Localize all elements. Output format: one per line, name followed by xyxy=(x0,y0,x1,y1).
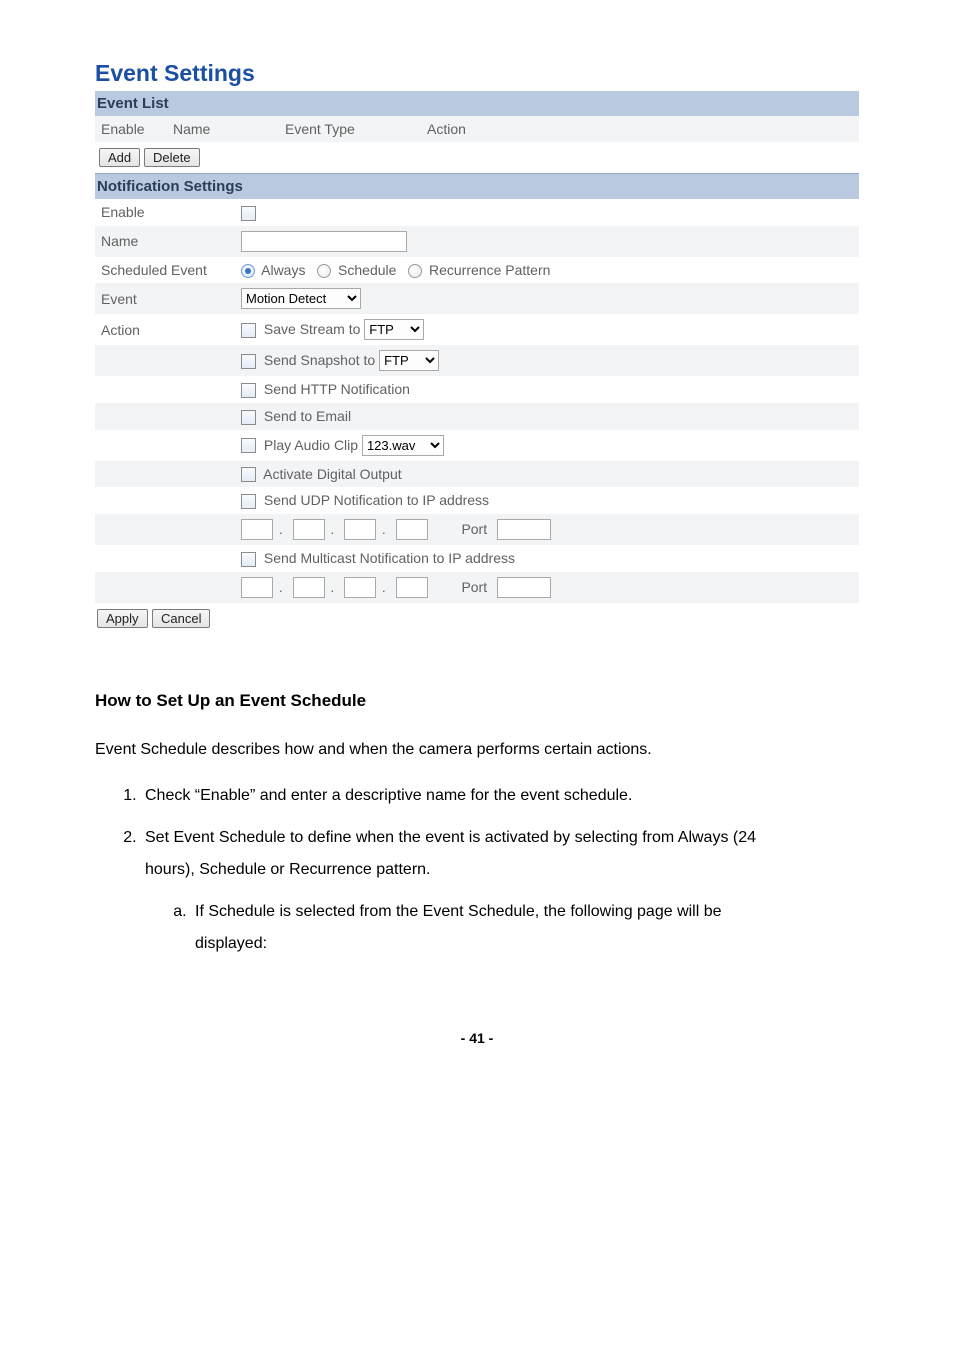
row-action-udp-notif: Send UDP Notification to IP address xyxy=(95,487,859,514)
row-action-digital-output: Activate Digital Output xyxy=(95,461,859,488)
doc-heading: How to Set Up an Event Schedule xyxy=(95,684,859,718)
save-stream-checkbox[interactable] xyxy=(241,323,256,338)
doc-step-2-text-b: hours), Schedule or Recurrence pattern. xyxy=(145,861,430,878)
col-event-type: Event Type xyxy=(279,116,421,142)
save-stream-select[interactable]: FTP xyxy=(364,319,424,340)
row-mcast-ip: . . . Port xyxy=(95,572,859,603)
label-event: Event xyxy=(95,283,235,314)
udp-notif-checkbox[interactable] xyxy=(241,494,256,509)
event-list-buttons-row: Add Delete xyxy=(95,142,859,173)
dot-icon: . xyxy=(382,580,386,595)
col-action: Action xyxy=(421,116,859,142)
radio-always-label: Always xyxy=(261,262,305,278)
udp-ip-2[interactable] xyxy=(293,519,325,540)
udp-notif-label: Send UDP Notification to IP address xyxy=(264,492,489,508)
digital-output-checkbox[interactable] xyxy=(241,467,256,482)
radio-recurrence-label: Recurrence Pattern xyxy=(429,262,550,278)
event-list-header: Event List xyxy=(95,91,859,116)
send-email-label: Send to Email xyxy=(264,408,351,424)
add-button[interactable]: Add xyxy=(99,148,140,167)
radio-schedule-label: Schedule xyxy=(338,262,396,278)
row-action-mcast-notif: Send Multicast Notification to IP addres… xyxy=(95,545,859,572)
dot-icon: . xyxy=(331,580,335,595)
doc-section: How to Set Up an Event Schedule Event Sc… xyxy=(95,684,859,960)
udp-port-input[interactable] xyxy=(497,519,551,540)
delete-button[interactable]: Delete xyxy=(144,148,200,167)
doc-step-1: Check “Enable” and enter a descriptive n… xyxy=(141,780,859,812)
notification-settings-header: Notification Settings xyxy=(95,173,859,199)
row-action-send-email: Send to Email xyxy=(95,403,859,430)
mcast-notif-label: Send Multicast Notification to IP addres… xyxy=(264,550,515,566)
udp-ip-4[interactable] xyxy=(396,519,428,540)
doc-step-2a-text-1: If Schedule is selected from the Event S… xyxy=(195,903,722,920)
mcast-ip-1[interactable] xyxy=(241,577,273,598)
mcast-ip-2[interactable] xyxy=(293,577,325,598)
row-action-play-audio: Play Audio Clip 123.wav xyxy=(95,430,859,461)
apply-button[interactable]: Apply xyxy=(97,609,148,628)
mcast-port-input[interactable] xyxy=(497,577,551,598)
mcast-port-label: Port xyxy=(461,579,487,595)
send-snapshot-label: Send Snapshot to xyxy=(264,352,375,368)
event-list-table: Enable Name Event Type Action Add Delete xyxy=(95,116,859,173)
label-action: Action xyxy=(95,314,235,345)
row-action-save-stream: Action Save Stream to FTP xyxy=(95,314,859,345)
col-enable: Enable xyxy=(95,116,167,142)
save-stream-label: Save Stream to xyxy=(264,321,361,337)
row-udp-ip: . . . Port xyxy=(95,514,859,545)
dot-icon: . xyxy=(331,522,335,537)
table-header-row: Enable Name Event Type Action xyxy=(95,116,859,142)
dot-icon: . xyxy=(279,580,283,595)
doc-intro: Event Schedule describes how and when th… xyxy=(95,734,859,766)
udp-ip-1[interactable] xyxy=(241,519,273,540)
doc-step-2: Set Event Schedule to define when the ev… xyxy=(141,822,859,960)
mcast-ip-3[interactable] xyxy=(344,577,376,598)
dot-icon: . xyxy=(382,522,386,537)
doc-step-2-text-a: Set Event Schedule to define when the ev… xyxy=(145,829,756,846)
row-event: Event Motion Detect xyxy=(95,283,859,314)
label-enable: Enable xyxy=(95,199,235,226)
row-action-send-snapshot: Send Snapshot to FTP xyxy=(95,345,859,376)
mcast-notif-checkbox[interactable] xyxy=(241,552,256,567)
doc-step-2a-text-2: displayed: xyxy=(195,935,267,952)
play-audio-checkbox[interactable] xyxy=(241,438,256,453)
event-select[interactable]: Motion Detect xyxy=(241,288,361,309)
play-audio-label: Play Audio Clip xyxy=(264,437,358,453)
udp-ip-3[interactable] xyxy=(344,519,376,540)
cancel-button[interactable]: Cancel xyxy=(152,609,210,628)
enable-checkbox[interactable] xyxy=(241,206,256,221)
page-title: Event Settings xyxy=(95,60,859,87)
http-notif-checkbox[interactable] xyxy=(241,383,256,398)
dot-icon: . xyxy=(279,522,283,537)
doc-step-2a: If Schedule is selected from the Event S… xyxy=(191,896,859,960)
doc-step-1-text: Check “Enable” and enter a descriptive n… xyxy=(145,787,632,804)
name-input[interactable] xyxy=(241,231,407,252)
event-settings-panel: Event Settings Event List Enable Name Ev… xyxy=(95,60,859,634)
page-number: - 41 - xyxy=(95,1030,859,1046)
http-notif-label: Send HTTP Notification xyxy=(264,381,410,397)
radio-recurrence[interactable] xyxy=(408,264,422,278)
col-name: Name xyxy=(167,116,279,142)
play-audio-select[interactable]: 123.wav xyxy=(362,435,444,456)
send-snapshot-select[interactable]: FTP xyxy=(379,350,439,371)
row-scheduled-event: Scheduled Event Always Schedule Recurren… xyxy=(95,257,859,283)
row-name: Name xyxy=(95,226,859,257)
label-name: Name xyxy=(95,226,235,257)
row-action-http-notif: Send HTTP Notification xyxy=(95,376,859,403)
send-snapshot-checkbox[interactable] xyxy=(241,354,256,369)
mcast-ip-4[interactable] xyxy=(396,577,428,598)
label-scheduled-event: Scheduled Event xyxy=(95,257,235,283)
send-email-checkbox[interactable] xyxy=(241,410,256,425)
radio-always[interactable] xyxy=(241,264,255,278)
notification-settings-table: Enable Name Scheduled Event Always xyxy=(95,199,859,603)
udp-port-label: Port xyxy=(461,521,487,537)
radio-schedule[interactable] xyxy=(317,264,331,278)
digital-output-label: Activate Digital Output xyxy=(263,466,402,482)
row-enable: Enable xyxy=(95,199,859,226)
